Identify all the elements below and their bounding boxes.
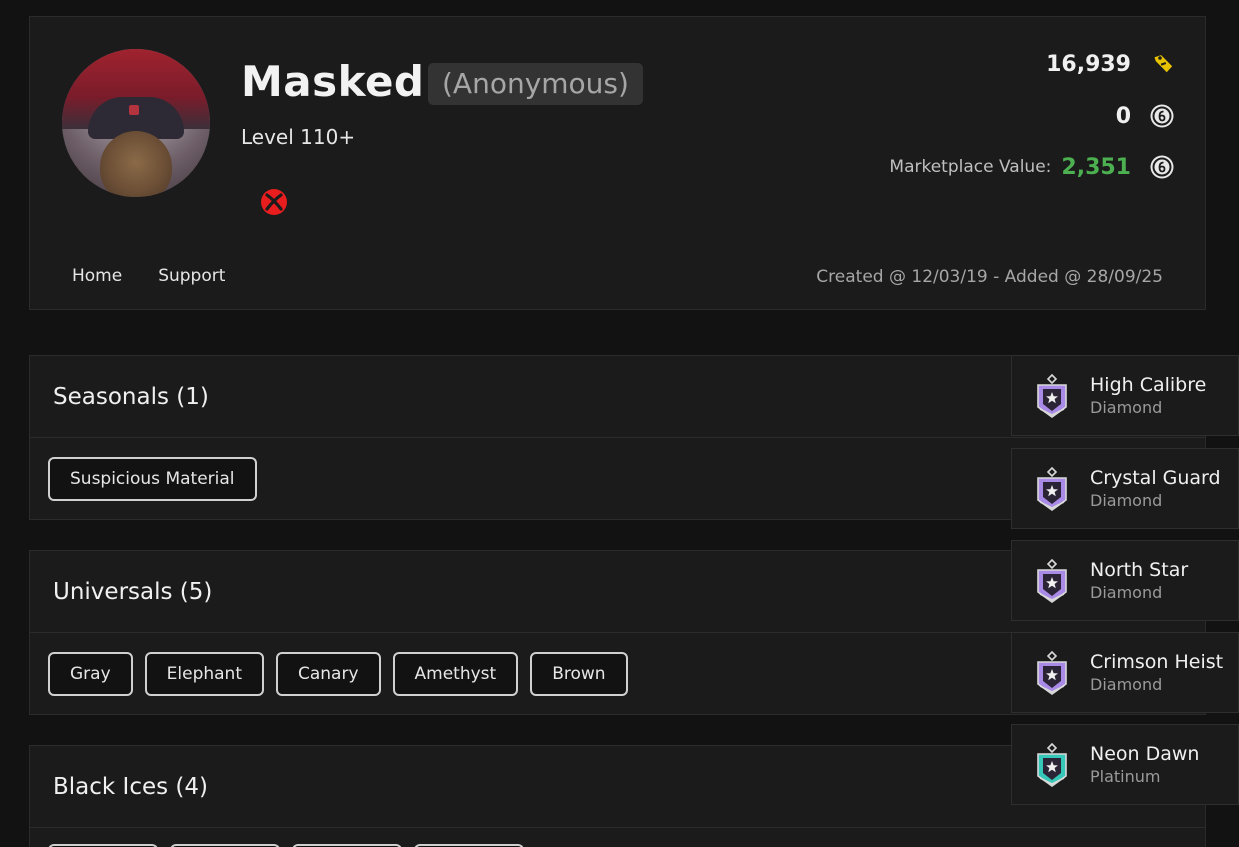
item-chip[interactable]: Brown: [530, 652, 628, 696]
rank-card[interactable]: North Star Diamond: [1011, 540, 1239, 621]
rank-card[interactable]: Crimson Heist Diamond: [1011, 632, 1239, 713]
nav-support-link[interactable]: Support: [158, 266, 225, 286]
black-ices-items: [30, 828, 1205, 847]
rank-name: Crystal Guard: [1090, 467, 1221, 489]
credits-stat: 16,939: [1046, 51, 1175, 77]
rank-tier: Platinum: [1090, 767, 1161, 786]
account-dates: Created @ 12/03/19 - Added @ 28/09/25: [816, 267, 1163, 287]
r6-coin-icon: [1150, 155, 1174, 179]
xbox-icon: [261, 189, 287, 215]
rank-emblem-icon: [1037, 373, 1067, 418]
rank-card[interactable]: Crystal Guard Diamond: [1011, 448, 1239, 529]
rank-name: High Calibre: [1090, 374, 1207, 396]
credits-value: 16,939: [1046, 51, 1131, 77]
profile-nav: Home Support: [72, 266, 225, 286]
coins-value: 0: [1115, 103, 1131, 129]
item-chip[interactable]: Amethyst: [392, 652, 519, 696]
profile-card: Masked (Anonymous) Level 110+ 16,939 0 M…: [29, 16, 1206, 310]
credits-tag-icon: [1154, 55, 1173, 73]
r6-coin-icon: [1150, 104, 1174, 128]
rank-name: Crimson Heist: [1090, 651, 1224, 673]
rank-card[interactable]: Neon Dawn Platinum: [1011, 724, 1239, 805]
rank-tier: Diamond: [1090, 675, 1163, 694]
rank-tier: Diamond: [1090, 491, 1163, 510]
item-chip[interactable]: Elephant: [144, 652, 264, 696]
rank-emblem-icon: [1037, 650, 1067, 695]
rank-tier: Diamond: [1090, 583, 1163, 602]
nav-home-link[interactable]: Home: [72, 266, 122, 286]
profile-name: Masked: [241, 57, 425, 106]
rank-emblem-icon: [1037, 558, 1067, 603]
profile-level: Level 110+: [241, 125, 356, 149]
item-chip[interactable]: Gray: [48, 652, 133, 696]
rank-tier: Diamond: [1090, 398, 1163, 417]
rank-card[interactable]: High Calibre Diamond: [1011, 355, 1239, 436]
rank-emblem-icon: [1037, 742, 1067, 787]
item-chip[interactable]: Canary: [276, 652, 381, 696]
avatar: [62, 49, 210, 197]
marketplace-stat: Marketplace Value: 2,351: [889, 154, 1175, 180]
anonymous-badge: (Anonymous): [428, 63, 643, 105]
rank-name: Neon Dawn: [1090, 743, 1200, 765]
rank-emblem-icon: [1037, 466, 1067, 511]
rank-name: North Star: [1090, 559, 1189, 581]
coins-stat: 0: [1116, 103, 1175, 129]
item-chip[interactable]: Suspicious Material: [48, 457, 257, 501]
marketplace-label: Marketplace Value:: [889, 157, 1052, 177]
marketplace-value: 2,351: [1061, 154, 1131, 180]
